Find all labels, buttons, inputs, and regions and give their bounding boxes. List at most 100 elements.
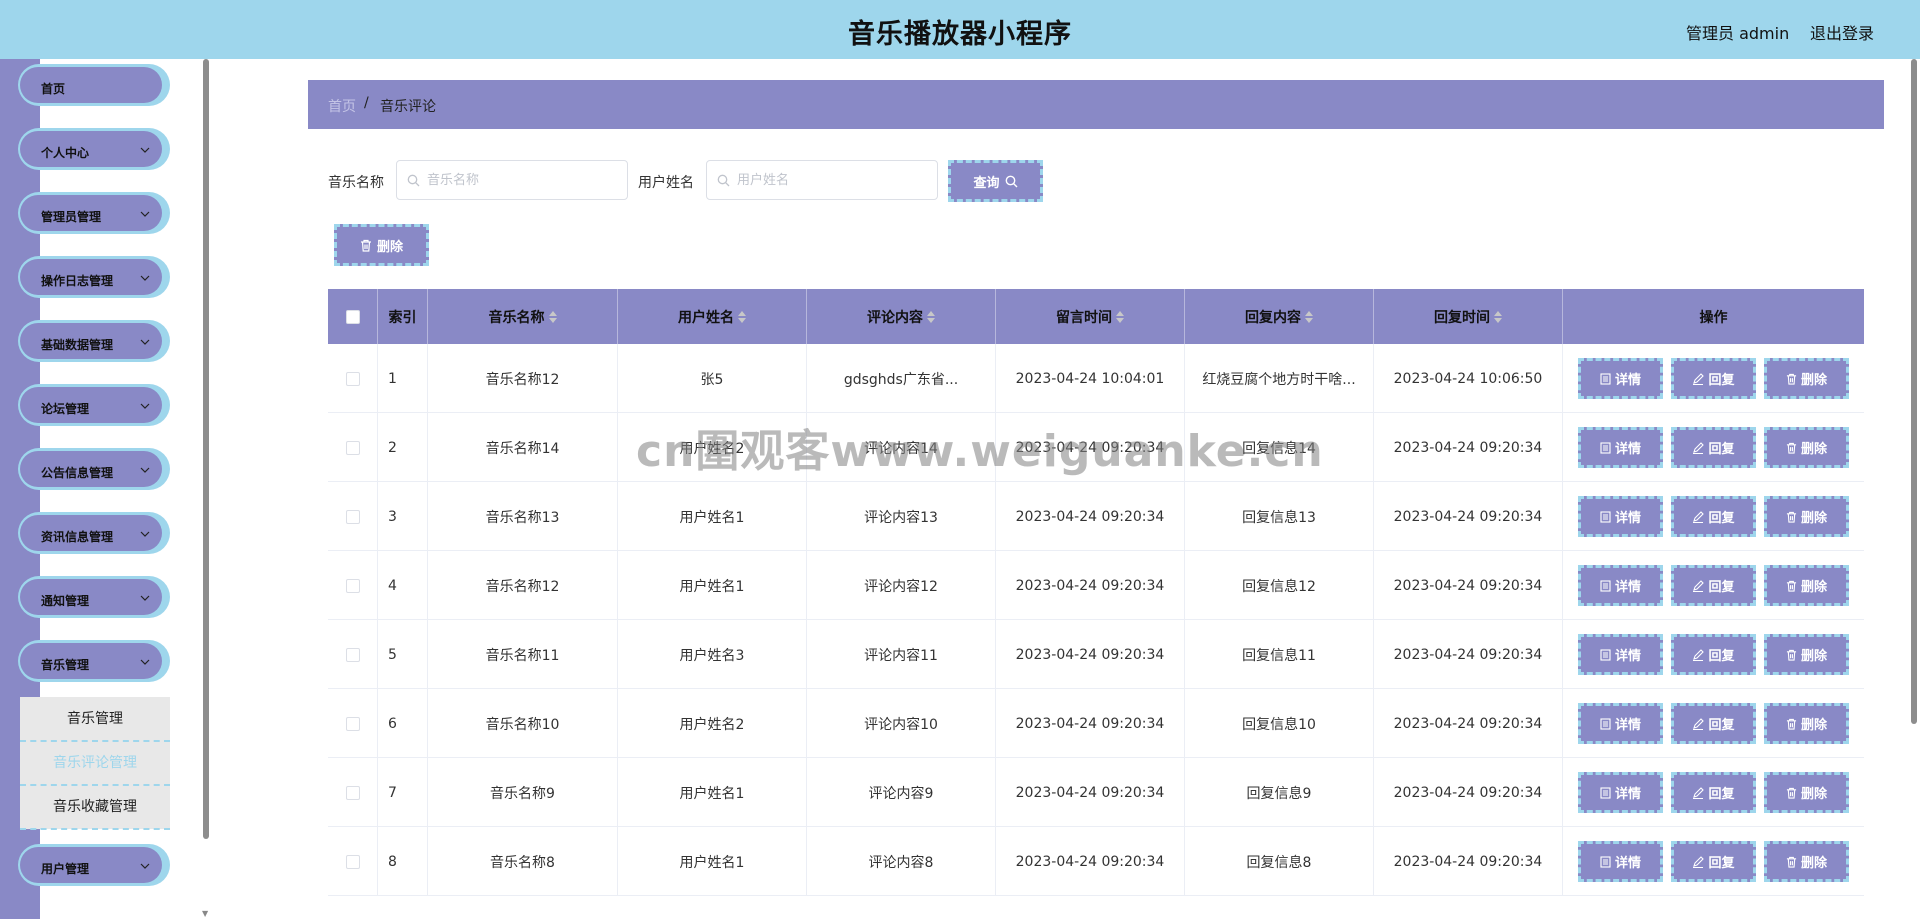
trash-icon [1786, 511, 1797, 523]
row-checkbox[interactable] [345, 440, 360, 455]
row-checkbox[interactable] [345, 854, 360, 869]
sidebar-item-label: 资讯信息管理 [41, 530, 114, 544]
delete-button[interactable]: 删除 [1764, 427, 1849, 468]
cell-index: 5 [378, 620, 428, 689]
column-header-comment[interactable]: 评论内容 [807, 289, 996, 344]
reply-button[interactable]: 回复 [1671, 703, 1756, 744]
user-name-field[interactable] [706, 160, 938, 200]
cell-music-name: 音乐名称12 [428, 344, 618, 413]
row-checkbox[interactable] [345, 716, 360, 731]
cell-comment: 评论内容9 [807, 758, 996, 827]
sidebar-item[interactable]: 用户管理 [18, 844, 170, 886]
breadcrumb-home[interactable]: 首页 [328, 96, 356, 116]
batch-delete-button[interactable]: 删除 [334, 224, 429, 266]
delete-button[interactable]: 删除 [1764, 358, 1849, 399]
column-header-label: 评论内容 [867, 309, 923, 326]
submenu-item-music[interactable]: 音乐管理 [20, 697, 170, 741]
chevron-down-icon [140, 659, 150, 665]
sidebar-item[interactable]: 操作日志管理 [18, 256, 170, 298]
cell-index: 1 [378, 344, 428, 413]
cell-reply: 回复信息11 [1185, 620, 1374, 689]
row-checkbox[interactable] [345, 578, 360, 593]
cell-comment: 评论内容13 [807, 482, 996, 551]
detail-button-label: 详情 [1614, 580, 1641, 595]
delete-button[interactable]: 删除 [1764, 634, 1849, 675]
reply-button[interactable]: 回复 [1671, 358, 1756, 399]
sidebar-item[interactable]: 基础数据管理 [18, 320, 170, 362]
sidebar-item[interactable]: 首页 [18, 64, 170, 106]
delete-button[interactable]: 删除 [1764, 772, 1849, 813]
page-scrollbar[interactable] [1908, 59, 1920, 919]
column-header-reply-time[interactable]: 回复时间 [1374, 289, 1563, 344]
sort-icon[interactable] [548, 310, 557, 324]
detail-button-label: 详情 [1614, 442, 1641, 457]
trash-icon [1786, 649, 1797, 661]
detail-button-label: 详情 [1614, 856, 1641, 871]
sidebar-item[interactable]: 公告信息管理 [18, 448, 170, 490]
sidebar-item[interactable]: 音乐管理 [18, 640, 170, 682]
reply-button[interactable]: 回复 [1671, 565, 1756, 606]
sidebar-item[interactable]: 资讯信息管理 [18, 512, 170, 554]
delete-button[interactable]: 删除 [1764, 565, 1849, 606]
column-header-reply[interactable]: 回复内容 [1185, 289, 1374, 344]
sidebar-scroll-thumb[interactable] [203, 59, 209, 839]
cell-comment-time: 2023-04-24 10:04:01 [996, 344, 1185, 413]
column-header-time[interactable]: 留言时间 [996, 289, 1185, 344]
column-header-user[interactable]: 用户姓名 [618, 289, 807, 344]
detail-button[interactable]: 详情 [1578, 496, 1663, 537]
detail-button[interactable]: 详情 [1578, 772, 1663, 813]
reply-button[interactable]: 回复 [1671, 634, 1756, 675]
delete-button[interactable]: 删除 [1764, 703, 1849, 744]
music-name-input[interactable] [427, 169, 617, 191]
column-header-music[interactable]: 音乐名称 [428, 289, 618, 344]
submenu-item-music-comments[interactable]: 音乐评论管理 [20, 741, 170, 785]
detail-button[interactable]: 详情 [1578, 358, 1663, 399]
sidebar-item[interactable]: 管理员管理 [18, 192, 170, 234]
scroll-down-arrow-icon[interactable]: ▼ [202, 909, 208, 918]
sort-icon[interactable] [1305, 310, 1313, 324]
table-row: 6 音乐名称10 用户姓名2 评论内容10 2023-04-24 09:20:34 回复信… [328, 689, 1864, 758]
row-checkbox[interactable] [345, 785, 360, 800]
detail-button[interactable]: 详情 [1578, 427, 1663, 468]
logout-link[interactable]: 退出登录 [1810, 20, 1874, 44]
reply-button[interactable]: 回复 [1671, 496, 1756, 537]
row-checkbox[interactable] [345, 371, 360, 386]
detail-button[interactable]: 详情 [1578, 703, 1663, 744]
sidebar-item[interactable]: 论坛管理 [18, 384, 170, 426]
cell-reply: 红烧豆腐个地方时干啥... [1185, 344, 1374, 413]
row-checkbox[interactable] [345, 509, 360, 524]
sort-icon[interactable] [1494, 310, 1502, 324]
sort-icon[interactable] [1116, 310, 1124, 324]
sidebar-item[interactable]: 个人中心 [18, 128, 170, 170]
reply-button[interactable]: 回复 [1671, 841, 1756, 882]
sidebar-item-label: 个人中心 [41, 146, 90, 160]
detail-button[interactable]: 详情 [1578, 565, 1663, 606]
row-checkbox[interactable] [345, 647, 360, 662]
cell-comment: gdsghds广东省... [807, 344, 996, 413]
sidebar-scrollbar[interactable]: ▼ [202, 59, 210, 918]
detail-button[interactable]: 详情 [1578, 841, 1663, 882]
query-button[interactable]: 查询 [948, 160, 1043, 202]
delete-button-label: 删除 [1800, 718, 1827, 733]
trash-icon [1786, 580, 1797, 592]
music-name-field[interactable] [396, 160, 628, 200]
sidebar-item[interactable]: 通知管理 [18, 576, 170, 618]
user-name-input[interactable] [737, 169, 927, 191]
table-row: 7 音乐名称9 用户姓名1 评论内容9 2023-04-24 09:20:34 回复信息9… [328, 758, 1864, 827]
sort-icon[interactable] [738, 310, 746, 324]
select-all-checkbox[interactable] [345, 309, 360, 324]
delete-button[interactable]: 删除 [1764, 496, 1849, 537]
cell-reply-time: 2023-04-24 09:20:34 [1374, 482, 1563, 551]
table-row: 5 音乐名称11 用户姓名3 评论内容11 2023-04-24 09:20:34 回复信… [328, 620, 1864, 689]
reply-button[interactable]: 回复 [1671, 772, 1756, 813]
delete-button[interactable]: 删除 [1764, 841, 1849, 882]
reply-button[interactable]: 回复 [1671, 427, 1756, 468]
sidebar-item-pill: 操作日志管理 [20, 259, 162, 295]
cell-reply: 回复信息12 [1185, 551, 1374, 620]
sidebar-item-label: 公告信息管理 [41, 466, 114, 480]
detail-button[interactable]: 详情 [1578, 634, 1663, 675]
submenu-item-music-favorites[interactable]: 音乐收藏管理 [20, 785, 170, 829]
page-scroll-thumb[interactable] [1911, 59, 1917, 724]
sort-icon[interactable] [927, 310, 935, 324]
sidebar-item-label: 管理员管理 [41, 210, 102, 224]
